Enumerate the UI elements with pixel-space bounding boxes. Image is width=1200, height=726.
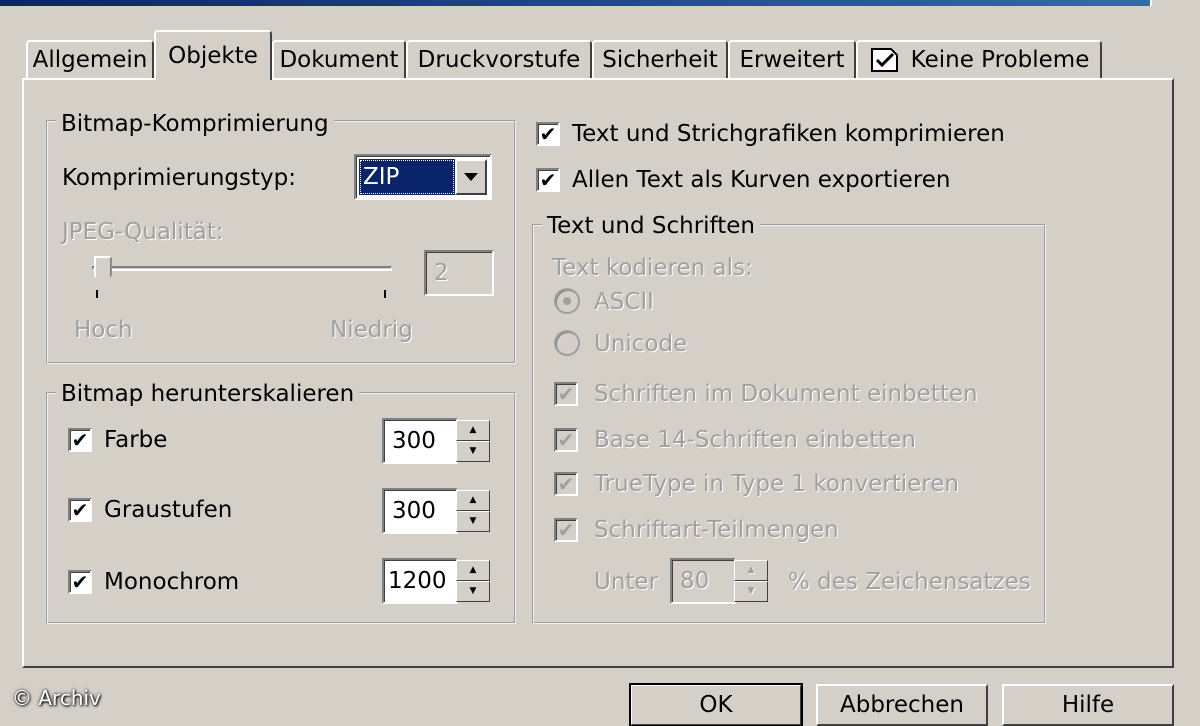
compress-text-label: Text und Strichgrafiken komprimieren [572, 121, 1005, 147]
spin-up-icon[interactable]: ▲ [734, 560, 768, 581]
compression-type-label: Komprimierungstyp: [62, 165, 296, 191]
slider-min-label: Hoch [74, 317, 133, 343]
base14-checkbox[interactable]: ✔ [554, 428, 578, 452]
tab-panel-objekte: Bitmap-Komprimierung Komprimierungstyp: … [22, 78, 1174, 668]
graustufen-checkbox[interactable]: ✔ [68, 498, 92, 522]
unicode-radio[interactable] [554, 330, 580, 356]
embed-fonts-checkbox[interactable]: ✔ [554, 382, 578, 406]
bitmap-compression-legend: Bitmap-Komprimierung [56, 110, 334, 138]
subset-label: Schriftart-Teilmengen [594, 517, 839, 543]
tab-objekte[interactable]: Objekte [154, 30, 272, 80]
chevron-down-icon [464, 173, 478, 181]
farbe-label: Farbe [104, 427, 168, 453]
text-fonts-legend: Text und Schriften [542, 212, 760, 240]
ascii-label: ASCII [594, 289, 654, 315]
subset-threshold-field[interactable]: 80 [670, 558, 736, 604]
graustufen-spinner[interactable]: ▲ ▼ [456, 490, 490, 532]
tab-allgemein[interactable]: Allgemein [26, 40, 154, 78]
spin-down-icon[interactable]: ▼ [456, 581, 490, 602]
ascii-radio[interactable] [554, 288, 580, 314]
spin-down-icon[interactable]: ▼ [456, 511, 490, 532]
spin-up-icon[interactable]: ▲ [456, 490, 490, 511]
monochrom-dpi-field[interactable]: 1200 [382, 558, 458, 604]
compression-type-value: ZIP [359, 159, 455, 195]
spin-down-icon[interactable]: ▼ [734, 581, 768, 602]
text-fonts-group [532, 224, 1046, 624]
monochrom-label: Monochrom [104, 569, 240, 595]
truetype-label: TrueType in Type 1 konvertieren [594, 471, 959, 497]
farbe-dpi-field[interactable]: 300 [382, 418, 458, 464]
export-curves-checkbox[interactable]: ✔ [536, 168, 560, 192]
jpeg-quality-label: JPEG-Qualität: [62, 219, 224, 245]
spin-up-icon[interactable]: ▲ [456, 420, 490, 441]
encode-label: Text kodieren als: [552, 255, 753, 281]
monochrom-checkbox[interactable]: ✔ [68, 570, 92, 594]
spin-down-icon[interactable]: ▼ [456, 441, 490, 462]
subset-threshold-spinner[interactable]: ▲ ▼ [734, 560, 768, 602]
tab-dokument[interactable]: Dokument [272, 40, 406, 78]
preflight-icon [870, 48, 898, 72]
embed-fonts-label: Schriften im Dokument einbetten [594, 381, 978, 407]
tab-erweitert[interactable]: Erweitert [728, 40, 856, 78]
slider-max-label: Niedrig [330, 317, 413, 343]
base14-label: Base 14-Schriften einbetten [594, 427, 916, 453]
truetype-checkbox[interactable]: ✔ [554, 472, 578, 496]
jpeg-quality-slider-track [92, 266, 392, 271]
under-label: Unter [594, 569, 659, 595]
tab-druckvorstufe[interactable]: Druckvorstufe [406, 40, 592, 78]
title-close-button[interactable] [1150, 0, 1200, 6]
subset-checkbox[interactable]: ✔ [554, 518, 578, 542]
spin-up-icon[interactable]: ▲ [456, 560, 490, 581]
farbe-spinner[interactable]: ▲ ▼ [456, 420, 490, 462]
tab-sicherheit[interactable]: Sicherheit [592, 40, 728, 78]
compress-text-checkbox[interactable]: ✔ [536, 122, 560, 146]
export-curves-label: Allen Text als Kurven exportieren [572, 167, 951, 193]
graustufen-label: Graustufen [104, 497, 233, 523]
graustufen-dpi-field[interactable]: 300 [382, 488, 458, 534]
bitmap-downsample-legend: Bitmap herunterskalieren [56, 380, 360, 408]
compression-type-select[interactable]: ZIP [354, 154, 492, 200]
farbe-checkbox[interactable]: ✔ [68, 428, 92, 452]
window-title-bar [0, 0, 1200, 6]
tab-keine-probleme[interactable]: Keine Probleme [856, 40, 1102, 78]
unicode-label: Unicode [594, 331, 688, 357]
slider-tick-min [96, 290, 98, 298]
jpeg-quality-field[interactable]: 2 [424, 250, 494, 296]
copyright-watermark: © Archiv [12, 686, 101, 710]
slider-tick-max [384, 290, 386, 298]
dropdown-button[interactable] [455, 159, 487, 195]
monochrom-spinner[interactable]: ▲ ▼ [456, 560, 490, 602]
percent-label: % des Zeichensatzes [788, 569, 1031, 595]
